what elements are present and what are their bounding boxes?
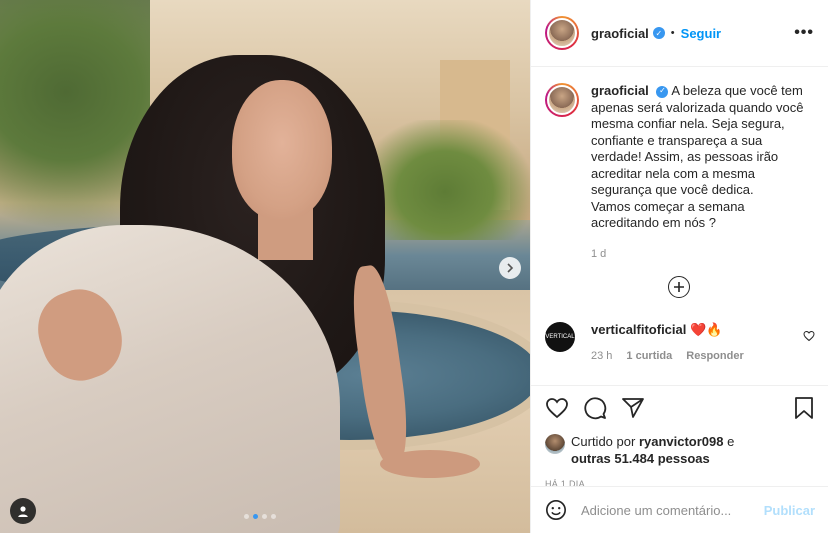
reply-button[interactable]: Responder bbox=[686, 350, 743, 362]
user-tag-icon bbox=[18, 506, 28, 517]
carousel-indicator bbox=[244, 514, 276, 519]
next-photo-button[interactable] bbox=[499, 257, 521, 279]
background-plants bbox=[360, 120, 530, 240]
more-options-icon[interactable]: ••• bbox=[794, 24, 814, 42]
liked-by-and: e bbox=[727, 434, 735, 449]
carousel-dot bbox=[262, 514, 267, 519]
comment-input[interactable]: Adicione um comentário... bbox=[581, 503, 731, 518]
caption-author-avatar[interactable] bbox=[545, 83, 579, 117]
model-face bbox=[232, 80, 332, 220]
bookmark-icon[interactable] bbox=[793, 396, 815, 420]
publish-button[interactable]: Publicar bbox=[764, 503, 815, 518]
carousel-dot-active bbox=[253, 514, 258, 519]
caption-text: A beleza que você tem apenas será valori… bbox=[591, 83, 804, 230]
caption-timestamp[interactable]: 1 d bbox=[591, 246, 814, 263]
follow-button[interactable]: Seguir bbox=[681, 26, 721, 41]
post-caption: graoficial ✓ A beleza que você tem apena… bbox=[531, 67, 828, 262]
post-side-panel: graoficial ✓ • Seguir ••• graoficial ✓ A… bbox=[530, 0, 828, 533]
small-heart-icon bbox=[803, 330, 815, 342]
comment-icon[interactable] bbox=[583, 396, 607, 420]
load-more-comments-icon[interactable] bbox=[668, 276, 690, 298]
verified-badge-icon: ✓ bbox=[656, 85, 669, 98]
comment-item: VERTICAL verticalfitoficial ❤️🔥 23 h 1 c… bbox=[545, 322, 815, 362]
heart-icon[interactable] bbox=[545, 396, 569, 420]
commenter-avatar[interactable]: VERTICAL bbox=[545, 322, 575, 352]
verified-badge-icon: ✓ bbox=[652, 27, 665, 39]
author-username[interactable]: graoficial bbox=[591, 26, 649, 41]
tagged-users-button[interactable] bbox=[10, 498, 36, 524]
model-hand bbox=[380, 450, 480, 478]
separator-dot: • bbox=[670, 27, 675, 39]
comment-text: ❤️🔥 bbox=[690, 322, 723, 337]
emoji-icon[interactable] bbox=[545, 499, 567, 521]
like-comment-button[interactable] bbox=[803, 330, 815, 362]
liked-by-prefix: Curtido por bbox=[571, 434, 636, 449]
comment-timestamp[interactable]: 23 h bbox=[591, 350, 612, 362]
post-actions: Curtido por ryanvictor098 e outras 51.48… bbox=[531, 385, 828, 489]
caption-username[interactable]: graoficial bbox=[591, 83, 649, 98]
commenter-username[interactable]: verticalfitoficial bbox=[591, 322, 686, 337]
post-header: graoficial ✓ • Seguir ••• bbox=[531, 0, 828, 67]
comment-likes[interactable]: 1 curtida bbox=[626, 350, 672, 362]
post-photo[interactable] bbox=[0, 0, 530, 533]
liker-avatar[interactable] bbox=[545, 434, 565, 454]
author-avatar[interactable] bbox=[545, 16, 579, 50]
carousel-dot bbox=[244, 514, 249, 519]
next-arrow-icon bbox=[507, 263, 514, 273]
add-comment-bar: Adicione um comentário... Publicar bbox=[531, 486, 828, 533]
likes-summary: Curtido por ryanvictor098 e outras 51.48… bbox=[545, 434, 815, 467]
liked-by-user[interactable]: ryanvictor098 bbox=[639, 434, 724, 449]
share-icon[interactable] bbox=[621, 396, 645, 420]
liked-by-others[interactable]: outras 51.484 pessoas bbox=[571, 451, 710, 466]
carousel-dot bbox=[271, 514, 276, 519]
